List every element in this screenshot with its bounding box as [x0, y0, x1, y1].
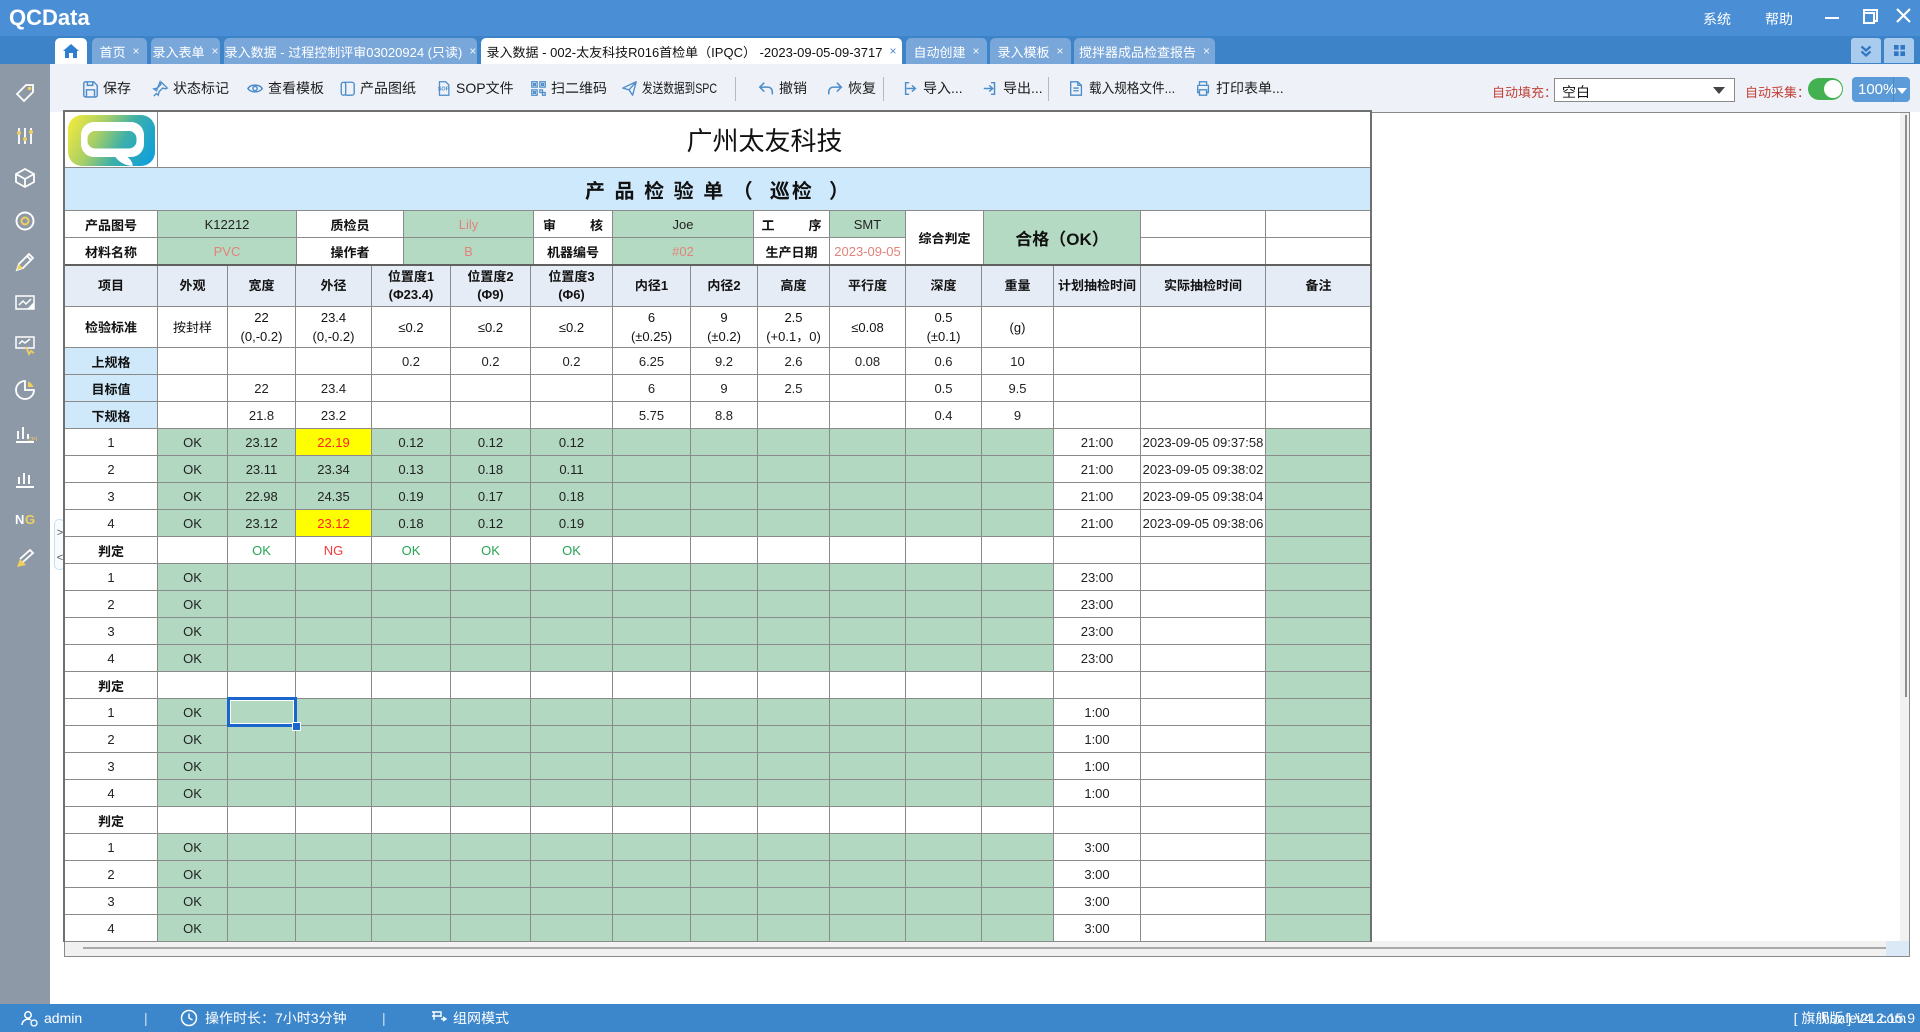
- svg-text:CPK: CPK: [28, 437, 37, 443]
- svg-text:N: N: [15, 512, 24, 527]
- svg-text:G: G: [25, 512, 35, 527]
- svg-text:SOP: SOP: [438, 86, 450, 92]
